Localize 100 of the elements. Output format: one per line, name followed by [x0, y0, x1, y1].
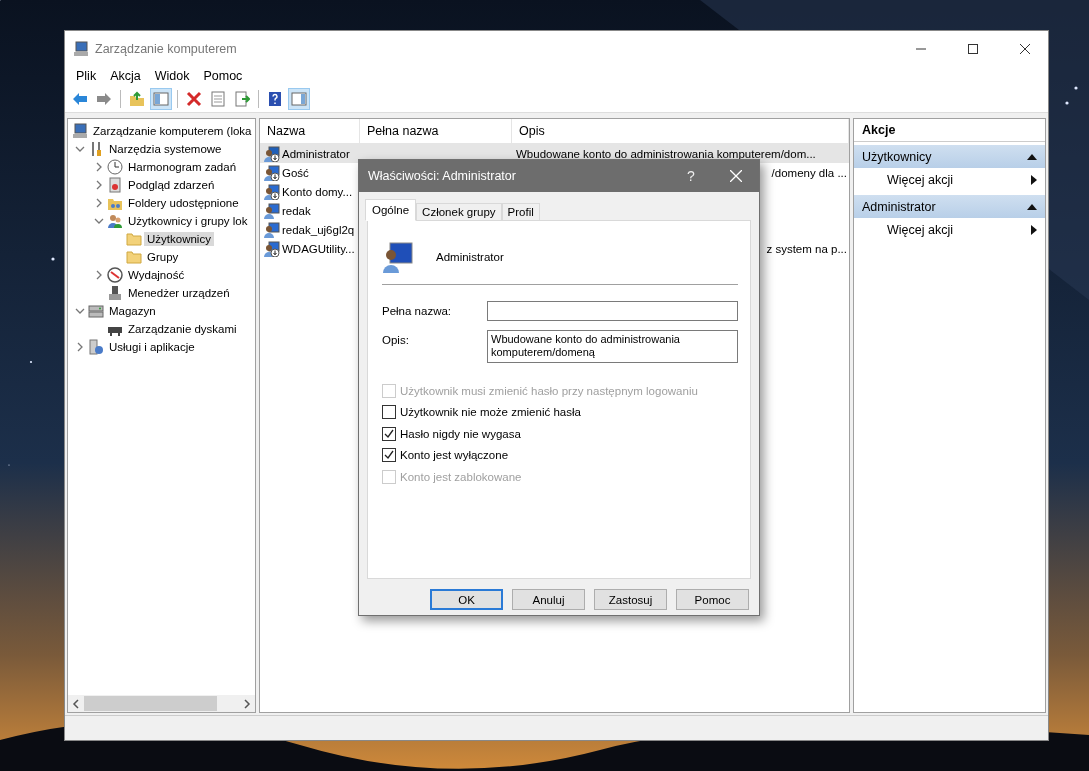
disabled-user-icon	[264, 164, 280, 181]
tree-item[interactable]: Grupy	[144, 250, 182, 264]
submenu-arrow-icon	[1031, 225, 1037, 235]
checkbox[interactable]	[382, 426, 396, 441]
tree-item[interactable]: Zarządzanie dyskami	[125, 322, 240, 336]
chevron-down-icon	[75, 306, 85, 316]
menu-item[interactable]: Plik	[69, 69, 104, 83]
user-name: Administrator	[436, 251, 504, 263]
menu-item[interactable]: Pomoc	[196, 69, 250, 83]
chevron-down-icon	[75, 144, 85, 154]
column-header[interactable]: Nazwa	[260, 119, 360, 143]
export-list-icon	[234, 91, 250, 107]
disabled-user-icon	[264, 183, 280, 200]
field-label: Pełna nazwa:	[382, 304, 453, 317]
tree-item[interactable]: Menedżer urządzeń	[125, 286, 233, 300]
tree-item[interactable]: Harmonogram zadań	[125, 160, 240, 174]
user-name[interactable]: redak_uj6gl2q	[282, 223, 355, 236]
user-description: /domeny dla ...	[771, 166, 847, 179]
horizontal-scrollbar[interactable]	[68, 695, 255, 712]
check-icon	[384, 428, 394, 439]
section-title: Administrator	[862, 199, 936, 214]
dialog-button[interactable]: Pomoc	[676, 589, 749, 610]
tree-item[interactable]: Podgląd zdarzeń	[125, 178, 218, 192]
action-section-header[interactable]: Administrator	[854, 195, 1045, 218]
submenu-arrow-icon	[1031, 175, 1037, 185]
services-icon	[88, 339, 104, 355]
checkbox-label: Użytkownik musi zmienić hasło przy następnym logowaniu	[400, 384, 698, 397]
tree-item[interactable]: Foldery udostępnione	[125, 196, 242, 210]
folder-icon	[126, 249, 142, 265]
dialog-button[interactable]: Zastosuj	[594, 589, 667, 610]
tree-item[interactable]: Zarządzanie komputerem (loka	[90, 124, 255, 138]
checkbox-label: Użytkownik nie może zmienić hasła	[400, 406, 581, 419]
chevron-down-icon	[94, 216, 104, 226]
tree-item[interactable]: Użytkownicy i grupy lok	[125, 214, 251, 228]
checkbox-label: Hasło nigdy nie wygasa	[400, 427, 521, 440]
action-section-header[interactable]: Użytkownicy	[854, 145, 1045, 168]
close-icon	[1020, 43, 1030, 54]
clock-icon	[107, 159, 123, 175]
column-header[interactable]: Opis	[512, 119, 849, 143]
tree-item[interactable]: Wydajność	[125, 268, 188, 282]
delete-icon	[186, 91, 202, 107]
actions-title: Akcje	[854, 119, 1045, 142]
tree-item[interactable]: Magazyn	[106, 304, 159, 318]
user-name[interactable]: redak	[282, 204, 311, 217]
action-pane-icon	[291, 91, 307, 107]
help-icon	[267, 91, 283, 107]
scroll-right-icon	[242, 698, 252, 709]
event-log-icon	[107, 177, 123, 193]
collapse-icon	[1027, 202, 1037, 211]
user-icon	[264, 202, 280, 219]
checkbox-label: Konto jest wyłączone	[400, 449, 509, 462]
close-icon	[730, 170, 742, 182]
field-label: Opis:	[382, 333, 410, 346]
scroll-left-icon	[71, 698, 81, 709]
action-item[interactable]: Więcej akcji	[854, 218, 1045, 242]
dialog-button[interactable]: OK	[430, 589, 503, 610]
action-item[interactable]: Więcej akcji	[854, 168, 1045, 192]
menu-item[interactable]: Akcja	[103, 69, 148, 83]
tree-item[interactable]: Usługi i aplikacje	[106, 340, 198, 354]
computer-icon	[73, 40, 89, 57]
collapse-icon	[1027, 152, 1037, 161]
action-label: Więcej akcji	[887, 173, 953, 187]
storage-icon	[88, 303, 104, 319]
dialog-title: Właściwości: Administrator	[368, 169, 517, 183]
checkbox[interactable]	[382, 405, 396, 420]
dialog-tab[interactable]: Członek grupy	[416, 203, 502, 221]
user-icon	[264, 221, 280, 238]
user-description: Wbudowane konto do administrowania komputerem/dom...	[516, 147, 816, 160]
check-icon	[384, 450, 394, 461]
disabled-user-icon	[264, 145, 280, 162]
tree-item[interactable]: Użytkownicy	[144, 232, 214, 246]
user-icon	[382, 241, 414, 273]
device-manager-icon	[107, 285, 123, 301]
folder-up-icon	[129, 91, 145, 107]
tree-item[interactable]: Narzędzia systemowe	[106, 142, 225, 156]
checkbox[interactable]	[382, 448, 396, 463]
gauge-icon	[107, 267, 123, 283]
window-title: Zarządzanie komputerem	[95, 41, 238, 56]
back-arrow-icon	[72, 91, 88, 107]
text-field[interactable]: Wbudowane konto do administrowania komputerem/domeną	[487, 330, 738, 363]
disabled-user-icon	[264, 240, 280, 257]
users-icon	[107, 213, 123, 229]
properties-icon	[210, 91, 226, 107]
dialog-tab[interactable]: Profil	[501, 203, 540, 221]
action-label: Więcej akcji	[887, 223, 953, 237]
computer-icon	[72, 123, 88, 139]
maximize-icon	[968, 43, 978, 54]
chevron-right-icon	[75, 342, 85, 352]
tree-pane-icon	[153, 91, 169, 107]
dialog-button[interactable]: Anuluj	[512, 589, 585, 610]
user-description: z system na p...	[766, 242, 847, 255]
dialog-tab[interactable]: Ogólne	[365, 199, 417, 221]
text-field[interactable]	[487, 301, 738, 321]
menu-item[interactable]: Widok	[147, 69, 197, 83]
checkbox-label: Konto jest zablokowane	[400, 470, 522, 483]
folder-icon	[126, 231, 142, 247]
column-header[interactable]: Pełna nazwa	[360, 119, 512, 143]
section-title: Użytkownicy	[862, 149, 932, 164]
help-button[interactable]: ?	[669, 168, 713, 184]
chevron-right-icon	[94, 270, 104, 280]
